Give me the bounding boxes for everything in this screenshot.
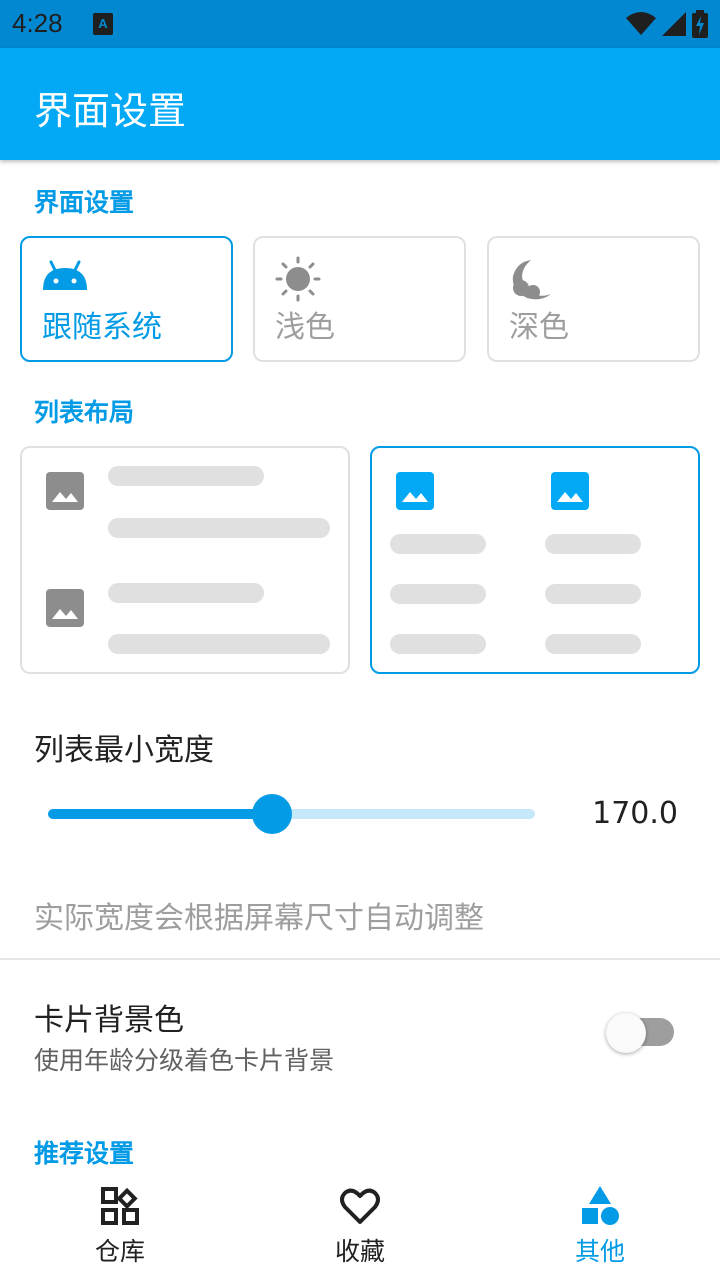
text-line-placeholder bbox=[390, 634, 486, 654]
section-header-interface: 界面设置 bbox=[34, 188, 135, 217]
divider bbox=[0, 958, 720, 960]
text-line-placeholder bbox=[108, 583, 264, 603]
image-placeholder-icon bbox=[46, 472, 84, 510]
page-title: 界面设置 bbox=[34, 89, 187, 133]
image-placeholder-icon bbox=[551, 472, 589, 510]
heart-icon bbox=[340, 1188, 380, 1224]
section-header-list-layout: 列表布局 bbox=[34, 398, 135, 427]
text-line-placeholder bbox=[108, 466, 264, 486]
card-bg-subtitle: 使用年龄分级着色卡片背景 bbox=[34, 1046, 335, 1075]
android-icon bbox=[43, 260, 87, 290]
section-header-recommend: 推荐设置 bbox=[34, 1139, 135, 1168]
layout-option-grid[interactable] bbox=[370, 446, 700, 674]
nav-item-repository[interactable]: 仓库 bbox=[0, 1176, 240, 1280]
min-width-slider-thumb[interactable] bbox=[252, 794, 293, 834]
theme-label-follow-system: 跟随系统 bbox=[42, 310, 162, 345]
text-line-placeholder bbox=[108, 518, 330, 538]
text-line-placeholder bbox=[545, 634, 641, 654]
shapes-icon bbox=[582, 1186, 619, 1225]
nav-label-favorites: 收藏 bbox=[334, 1237, 385, 1266]
bottom-navigation: 仓库 收藏 其他 bbox=[0, 1176, 720, 1280]
min-width-slider-fill bbox=[48, 809, 273, 819]
app-bar: 界面设置 bbox=[0, 48, 720, 160]
text-line-placeholder bbox=[390, 584, 486, 604]
card-bg-title: 卡片背景色 bbox=[34, 1003, 184, 1038]
nav-item-other[interactable]: 其他 bbox=[480, 1176, 720, 1280]
theme-label-light: 浅色 bbox=[275, 310, 335, 345]
keyboard-a-icon: A bbox=[93, 13, 113, 35]
text-line-placeholder bbox=[108, 634, 330, 654]
sun-icon bbox=[275, 256, 321, 302]
nav-label-other: 其他 bbox=[574, 1237, 625, 1266]
image-placeholder-icon bbox=[396, 472, 434, 510]
status-bar: 4:28 A bbox=[0, 0, 720, 48]
theme-option-dark[interactable]: 深色 bbox=[487, 236, 700, 362]
nav-item-favorites[interactable]: 收藏 bbox=[240, 1176, 480, 1280]
image-placeholder-icon bbox=[46, 589, 84, 627]
theme-option-follow-system[interactable]: 跟随系统 bbox=[20, 236, 233, 362]
status-icons bbox=[626, 10, 708, 38]
theme-label-dark: 深色 bbox=[509, 310, 569, 345]
min-width-title: 列表最小宽度 bbox=[34, 733, 214, 768]
layout-option-list[interactable] bbox=[20, 446, 350, 674]
battery-charging-icon bbox=[692, 10, 708, 38]
min-width-hint: 实际宽度会根据屏幕尺寸自动调整 bbox=[34, 901, 484, 936]
text-line-placeholder bbox=[390, 534, 486, 554]
nav-label-repository: 仓库 bbox=[94, 1237, 145, 1266]
text-line-placeholder bbox=[545, 584, 641, 604]
signal-icon bbox=[662, 12, 686, 36]
text-line-placeholder bbox=[545, 534, 641, 554]
card-bg-switch[interactable] bbox=[606, 1013, 646, 1053]
theme-option-light[interactable]: 浅色 bbox=[253, 236, 466, 362]
status-time: 4:28 bbox=[12, 8, 63, 38]
grid-icon bbox=[101, 1187, 139, 1225]
wifi-icon bbox=[626, 12, 656, 35]
svg-text:A: A bbox=[98, 16, 108, 31]
moon-icon bbox=[512, 260, 551, 300]
min-width-value: 170.0 bbox=[592, 796, 678, 831]
